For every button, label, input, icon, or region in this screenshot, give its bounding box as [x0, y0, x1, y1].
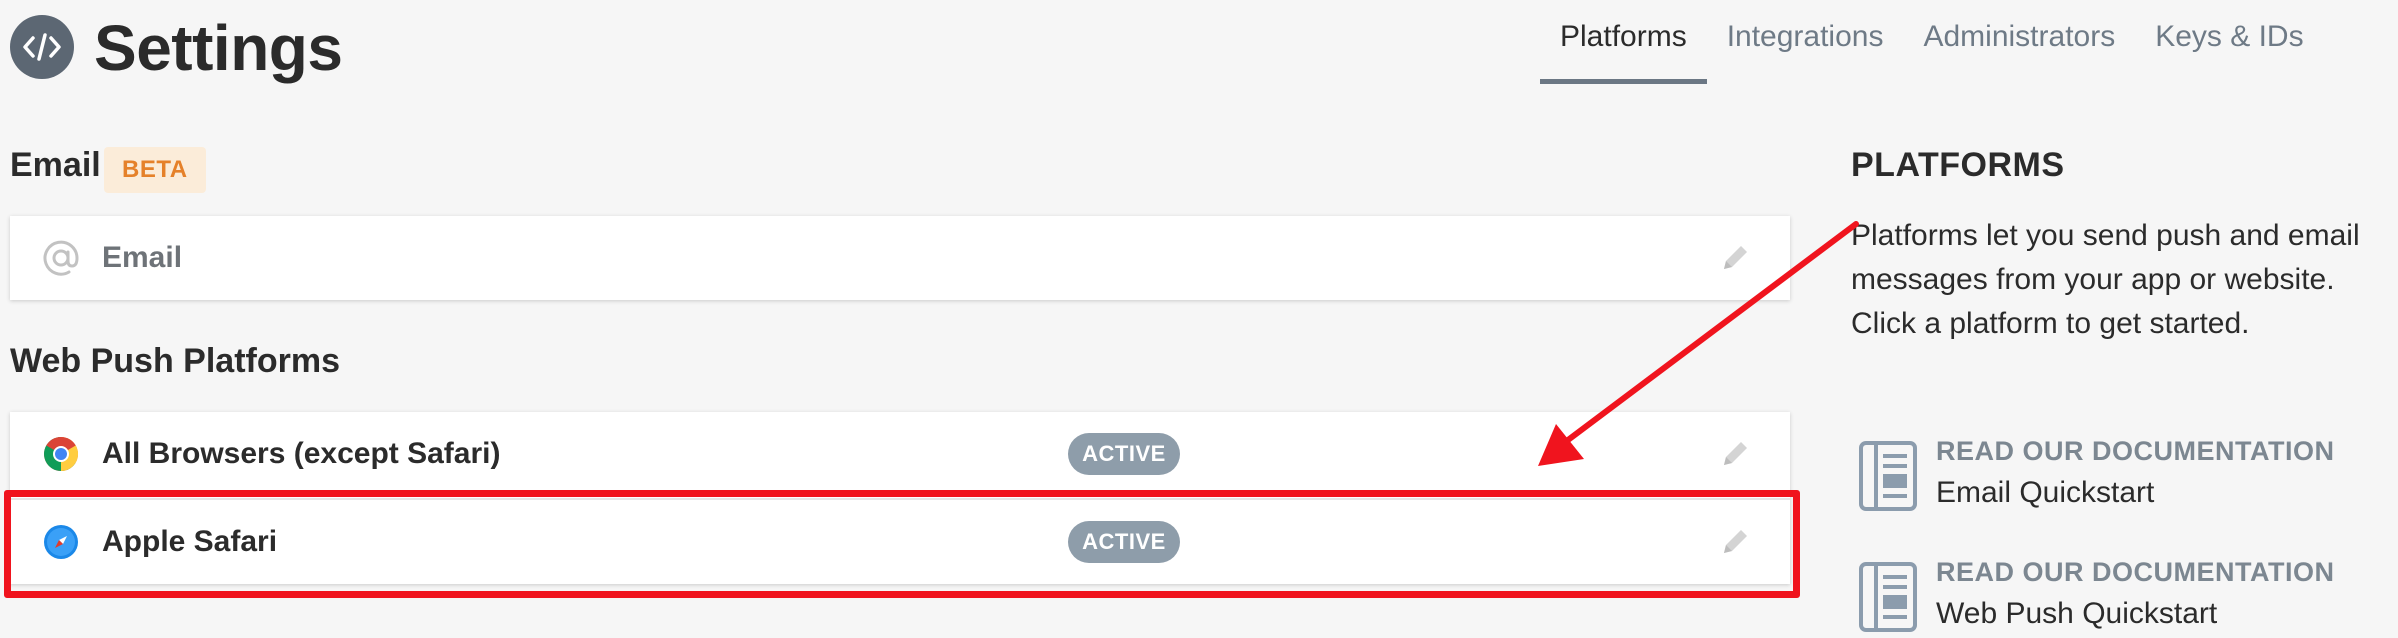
tab-integrations[interactable]: Integrations: [1707, 0, 1904, 84]
pencil-icon[interactable]: [1718, 437, 1752, 471]
tab-keys-ids[interactable]: Keys & IDs: [2135, 0, 2323, 84]
settings-tabs: Platforms Integrations Administrators Ke…: [1540, 0, 2324, 84]
doc-title: Email Quickstart: [1936, 476, 2155, 509]
at-sign-icon: [40, 237, 82, 279]
chrome-icon: [40, 433, 82, 475]
pencil-icon[interactable]: [1718, 525, 1752, 559]
web-push-section-title: Web Push Platforms: [10, 342, 340, 380]
beta-badge: BETA: [104, 147, 206, 193]
sidebar-description: Platforms let you send push and email me…: [1851, 219, 2360, 340]
code-icon: [10, 15, 74, 79]
email-section-title: Email: [10, 146, 101, 184]
doc-kicker: READ OUR DOCUMENTATION: [1936, 557, 2335, 587]
status-badge: ACTIVE: [1068, 521, 1180, 563]
email-platform-card: Email: [10, 216, 1790, 300]
status-badge: ACTIVE: [1068, 433, 1180, 475]
doc-kicker: READ OUR DOCUMENTATION: [1936, 436, 2335, 466]
document-icon: [1858, 440, 1918, 512]
platform-label: Apple Safari: [102, 525, 278, 558]
sidebar-title: PLATFORMS: [1851, 146, 2065, 184]
doc-link-email-quickstart[interactable]: READ OUR DOCUMENTATION Email Quickstart: [1858, 436, 2398, 516]
platform-label: All Browsers (except Safari): [102, 437, 501, 470]
safari-icon: [40, 521, 82, 563]
doc-title: Web Push Quickstart: [1936, 597, 2218, 630]
document-icon: [1858, 561, 1918, 633]
platform-row-all-browsers[interactable]: All Browsers (except Safari) ACTIVE: [10, 412, 1790, 496]
platform-label: Email: [102, 241, 183, 274]
page-title: Settings: [94, 12, 343, 84]
web-push-platforms-card: All Browsers (except Safari) ACTIVE Appl…: [10, 412, 1790, 584]
tab-administrators[interactable]: Administrators: [1903, 0, 2135, 84]
pencil-icon[interactable]: [1718, 241, 1752, 275]
platform-row-apple-safari[interactable]: Apple Safari ACTIVE: [10, 500, 1790, 584]
platform-row-email[interactable]: Email: [10, 216, 1790, 300]
doc-link-web-push-quickstart[interactable]: READ OUR DOCUMENTATION Web Push Quicksta…: [1858, 557, 2398, 637]
tab-platforms[interactable]: Platforms: [1540, 0, 1707, 84]
